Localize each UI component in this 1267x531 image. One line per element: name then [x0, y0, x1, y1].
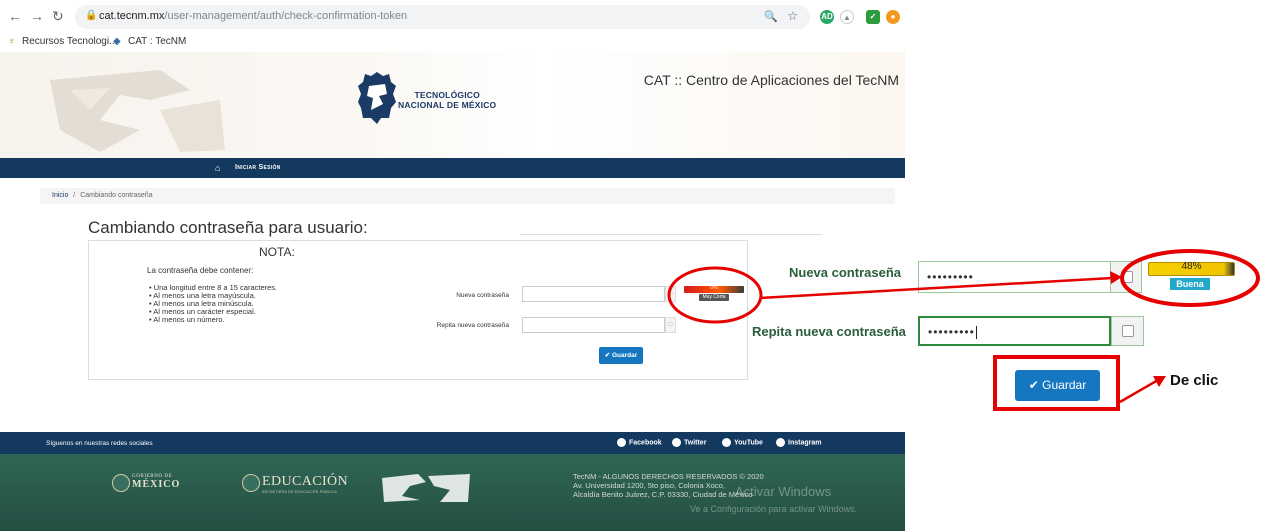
callout-show-password-toggle[interactable] [1110, 261, 1142, 293]
instagram-link[interactable]: Instagram [776, 438, 821, 447]
main-navbar: ⌂ Iniciar Sesión [0, 158, 905, 178]
screenshot-stage: ← → ↻ 🔒 cat.tecnm.mx/user-management/aut… [0, 0, 1267, 531]
note-title: NOTA: [259, 245, 295, 259]
extension-icon[interactable]: ▲ [840, 10, 854, 24]
shield-icon[interactable]: ✓ [866, 10, 880, 24]
breadcrumb: Inicio / Cambiando contraseña [40, 188, 895, 204]
breadcrumb-current: Cambiando contraseña [80, 192, 153, 199]
back-icon[interactable]: ← [8, 8, 22, 24]
repeat-password-input[interactable] [522, 317, 665, 333]
click-arrow-head [1153, 376, 1166, 387]
rule-item: Al menos un número. [149, 316, 277, 324]
callout-save-button[interactable]: ✔ Guardar [1015, 370, 1100, 401]
tecnm-logo-text: TECNOLÓGICO NACIONAL DE MÉXICO [398, 90, 497, 110]
checkbox-icon [1122, 325, 1134, 337]
browser-chrome: ← → ↻ 🔒 cat.tecnm.mx/user-management/aut… [0, 0, 905, 52]
facebook-icon [617, 438, 626, 447]
site-header: TECNOLÓGICO NACIONAL DE MÉXICO CAT :: Ce… [0, 52, 905, 158]
checkbox-icon [1121, 271, 1133, 283]
tecnm-glyph-watermark [50, 70, 225, 152]
callout-new-password-input[interactable]: ••••••••• [918, 261, 1111, 293]
star-icon[interactable]: ☆ [787, 9, 798, 23]
bookmark-cat[interactable]: CAT : TecNM [128, 36, 186, 47]
address-bar[interactable]: 🔒 cat.tecnm.mx/user-management/auth/chec… [75, 5, 810, 29]
extension-orange-icon[interactable]: ● [886, 10, 900, 24]
save-button[interactable]: ✔ Guardar [599, 347, 643, 364]
bookmark-recursos[interactable]: Recursos Tecnologi... [22, 36, 117, 47]
click-arrow-line [1119, 378, 1159, 404]
show-repeat-toggle[interactable]: □ [665, 317, 676, 333]
gobierno-logo: GOBIERNO DE MÉXICO [132, 474, 181, 490]
breadcrumb-home[interactable]: Inicio [52, 192, 68, 199]
show-password-toggle[interactable]: □ [665, 286, 676, 302]
page-title: Cambiando contraseña para usuario: [88, 218, 368, 237]
twitter-icon [672, 438, 681, 447]
educacion-subtitle: SECRETARÍA DE EDUCACIÓN PÚBLICA [262, 490, 337, 494]
twitter-link[interactable]: Twitter [672, 438, 706, 447]
zoom-icon[interactable]: 🔍 [764, 10, 778, 23]
callout-strength-label: Buena [1170, 278, 1210, 290]
callout-repeat-password-label: Repita nueva contraseña [752, 324, 906, 339]
text-caret [975, 326, 977, 340]
repeat-password-label: Repita nueva contraseña [436, 322, 509, 329]
youtube-icon [722, 438, 731, 447]
site-footer: GOBIERNO DE MÉXICO EDUCACIÓN SECRETARÍA … [0, 454, 905, 531]
strength-label: Muy Corta [699, 294, 729, 301]
forward-icon[interactable]: → [30, 8, 44, 24]
site-title: CAT :: Centro de Aplicaciones del TecNM [643, 72, 899, 88]
lock-icon: 🔒 [85, 10, 98, 21]
rules-heading: La contraseña debe contener: [147, 266, 254, 275]
callout-strength-percent: 48% [1181, 261, 1202, 272]
strength-percent: 0% [710, 285, 718, 291]
home-icon[interactable]: ⌂ [215, 163, 220, 173]
callout-repeat-password-input[interactable]: ••••••••• [918, 316, 1111, 346]
social-bar: Síguenos en nuestras redes sociales Face… [0, 432, 905, 454]
click-instruction: De clic [1170, 372, 1219, 389]
bookmark-cat-icon: ◆ [113, 36, 121, 47]
callout-new-password-label: Nueva contraseña [789, 265, 901, 280]
follow-text: Síguenos en nuestras redes sociales [46, 440, 153, 447]
youtube-link[interactable]: YouTube [722, 438, 763, 447]
profile-avatar[interactable]: AD [820, 10, 834, 24]
educacion-logo: EDUCACIÓN [262, 474, 349, 489]
instagram-icon [776, 438, 785, 447]
new-password-label: Nueva contraseña [456, 292, 509, 299]
sep-seal-icon [242, 474, 260, 492]
password-form-panel: NOTA: La contraseña debe contener: Una l… [88, 240, 748, 380]
new-password-input[interactable] [522, 286, 665, 302]
url-text: cat.tecnm.mx/user-management/auth/check-… [99, 10, 408, 22]
gobierno-seal-icon [112, 474, 130, 492]
callout-show-repeat-toggle[interactable] [1111, 316, 1144, 346]
tecnm-footer-logo [382, 474, 470, 502]
facebook-link[interactable]: Facebook [617, 438, 662, 447]
bookmarks-bar: ♆ Recursos Tecnologi... ◆ CAT : TecNM [0, 32, 905, 52]
windows-activation-hint: Ve a Configuración para activar Windows. [690, 504, 858, 514]
divider [520, 234, 822, 235]
breadcrumb-separator: / [73, 192, 76, 199]
password-rules-list: Una longitud entre 8 a 15 caracteres. Al… [149, 284, 277, 324]
windows-activation-title: Activar Windows [735, 484, 832, 499]
bookmark-icon: ♆ [8, 36, 16, 47]
reload-icon[interactable]: ↻ [52, 8, 64, 25]
nav-login-link[interactable]: Iniciar Sesión [235, 164, 281, 171]
tecnm-logo [358, 72, 396, 124]
